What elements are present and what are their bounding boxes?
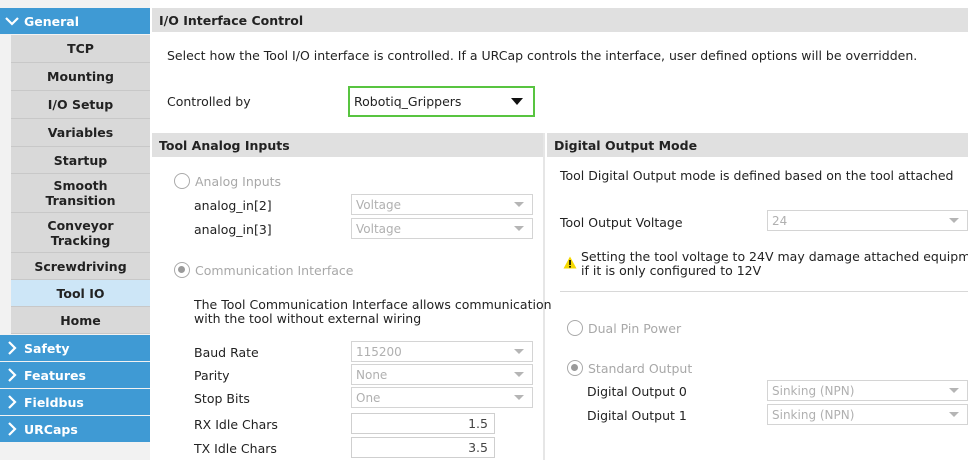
chevron-right-icon bbox=[0, 395, 24, 409]
rx-idle-chars-label: RX Idle Chars bbox=[194, 417, 278, 432]
sidebar-item-io-setup[interactable]: I/O Setup bbox=[11, 91, 150, 119]
analog-in3-label: analog_in[3] bbox=[194, 222, 272, 237]
sidebar-item-screwdriving[interactable]: Screwdriving bbox=[11, 253, 150, 280]
sidebar-item-label: Conveyor Tracking bbox=[47, 217, 114, 248]
sidebar-item-tool-io[interactable]: Tool IO bbox=[11, 280, 150, 307]
controlled-by-select[interactable]: Robotiq_Grippers bbox=[348, 86, 535, 117]
tool-output-voltage-value: 24 bbox=[772, 213, 788, 228]
sidebar-item-home[interactable]: Home bbox=[11, 307, 150, 334]
digital-output-1-label: Digital Output 1 bbox=[587, 408, 687, 423]
digital-output-description: Tool Digital Output mode is defined base… bbox=[560, 168, 954, 183]
sidebar-item-label: TCP bbox=[67, 41, 94, 56]
nav-group-general[interactable]: General bbox=[0, 8, 150, 34]
chevron-down-icon bbox=[0, 16, 24, 26]
parity-label: Parity bbox=[194, 368, 230, 383]
digital-output-0-value: Sinking (NPN) bbox=[772, 383, 855, 398]
baud-rate-select[interactable]: 115200 bbox=[351, 341, 533, 362]
dual-pin-power-label: Dual Pin Power bbox=[588, 321, 682, 336]
nav-group-features[interactable]: Features bbox=[0, 362, 150, 388]
sidebar-item-variables[interactable]: Variables bbox=[11, 119, 150, 147]
section-header-analog-inputs: Tool Analog Inputs bbox=[152, 133, 545, 157]
analog-in2-value: Voltage bbox=[356, 197, 402, 212]
analog-inputs-radio[interactable] bbox=[174, 173, 190, 189]
analog-in2-label: analog_in[2] bbox=[194, 198, 272, 213]
sidebar-item-conveyor-tracking[interactable]: Conveyor Tracking bbox=[11, 213, 150, 253]
nav-group-safety[interactable]: Safety bbox=[0, 335, 150, 361]
standard-output-label: Standard Output bbox=[588, 361, 693, 376]
dropdown-arrow-icon bbox=[514, 202, 524, 207]
sidebar-item-label: Mounting bbox=[47, 69, 114, 84]
sidebar: General TCP Mounting I/O Setup Variables… bbox=[0, 0, 150, 460]
section-header-digital-output: Digital Output Mode bbox=[547, 133, 968, 157]
sidebar-item-smooth-transition[interactable]: Smooth Transition bbox=[11, 174, 150, 213]
nav-group-urcaps[interactable]: URCaps bbox=[0, 416, 150, 442]
io-interface-description: Select how the Tool I/O interface is con… bbox=[167, 48, 918, 63]
sidebar-item-label: Home bbox=[60, 312, 101, 328]
digital-output-1-value: Sinking (NPN) bbox=[772, 407, 855, 422]
sidebar-item-label: Screwdriving bbox=[34, 258, 127, 274]
controlled-by-value: Robotiq_Grippers bbox=[354, 94, 462, 109]
dropdown-arrow-icon bbox=[514, 372, 524, 377]
chevron-right-icon bbox=[0, 341, 24, 355]
tool-output-voltage-label: Tool Output Voltage bbox=[560, 215, 683, 230]
voltage-warning-line2: if it is only configured to 12V bbox=[581, 263, 762, 278]
dropdown-arrow-icon bbox=[949, 388, 959, 393]
nav-group-label: Features bbox=[24, 367, 86, 383]
nav-group-label: Safety bbox=[24, 340, 70, 356]
chevron-right-icon bbox=[0, 422, 24, 436]
analog-in3-select[interactable]: Voltage bbox=[351, 218, 533, 239]
sidebar-item-label: I/O Setup bbox=[47, 97, 114, 112]
nav-group-label: URCaps bbox=[24, 421, 78, 437]
tool-output-voltage-select[interactable]: 24 bbox=[767, 210, 968, 231]
rx-idle-chars-input[interactable]: 1.5 bbox=[351, 413, 495, 434]
dropdown-arrow-icon bbox=[511, 98, 523, 105]
sidebar-item-label: Smooth Transition bbox=[45, 178, 116, 208]
chevron-right-icon bbox=[0, 368, 24, 382]
baud-rate-value: 115200 bbox=[356, 344, 402, 359]
analog-in2-select[interactable]: Voltage bbox=[351, 194, 533, 215]
dual-pin-power-radio[interactable] bbox=[567, 320, 583, 336]
sidebar-item-label: Tool IO bbox=[56, 285, 105, 301]
parity-select[interactable]: None bbox=[351, 364, 533, 385]
analog-inputs-label: Analog Inputs bbox=[195, 174, 282, 189]
sidebar-item-startup[interactable]: Startup bbox=[11, 147, 150, 174]
stop-bits-label: Stop Bits bbox=[194, 391, 250, 406]
stop-bits-value: One bbox=[356, 390, 381, 405]
section-header-io-interface: I/O Interface Control bbox=[152, 8, 968, 32]
standard-output-radio[interactable] bbox=[567, 360, 583, 376]
sidebar-item-label: Variables bbox=[47, 125, 114, 140]
digital-output-1-select[interactable]: Sinking (NPN) bbox=[767, 404, 968, 425]
parity-value: None bbox=[356, 367, 388, 382]
voltage-warning-line1: Setting the tool voltage to 24V may dama… bbox=[581, 249, 968, 264]
dropdown-arrow-icon bbox=[514, 349, 524, 354]
sidebar-item-label: Startup bbox=[53, 152, 108, 168]
sidebar-item-tcp[interactable]: TCP bbox=[11, 35, 150, 63]
digital-output-0-label: Digital Output 0 bbox=[587, 384, 687, 399]
divider bbox=[560, 291, 968, 292]
nav-group-fieldbus[interactable]: Fieldbus bbox=[0, 389, 150, 415]
tx-idle-chars-input[interactable]: 3.5 bbox=[351, 437, 495, 458]
comm-description-line2: with the tool without external wiring bbox=[194, 311, 422, 326]
digital-output-0-select[interactable]: Sinking (NPN) bbox=[767, 380, 968, 401]
dropdown-arrow-icon bbox=[514, 395, 524, 400]
tx-idle-chars-label: TX Idle Chars bbox=[194, 441, 277, 456]
nav-group-label: General bbox=[24, 13, 79, 29]
controlled-by-label: Controlled by bbox=[167, 94, 251, 109]
stop-bits-select[interactable]: One bbox=[351, 387, 533, 408]
comm-description-line1: The Tool Communication Interface allows … bbox=[194, 297, 552, 312]
nav-group-label: Fieldbus bbox=[24, 394, 84, 410]
dropdown-arrow-icon bbox=[949, 218, 959, 223]
baud-rate-label: Baud Rate bbox=[194, 345, 259, 360]
sidebar-item-mounting[interactable]: Mounting bbox=[11, 63, 150, 91]
dropdown-arrow-icon bbox=[949, 412, 959, 417]
warning-icon bbox=[563, 256, 577, 272]
dropdown-arrow-icon bbox=[514, 226, 524, 231]
communication-interface-radio[interactable] bbox=[174, 262, 190, 278]
analog-in3-value: Voltage bbox=[356, 221, 402, 236]
communication-interface-label: Communication Interface bbox=[195, 263, 354, 278]
